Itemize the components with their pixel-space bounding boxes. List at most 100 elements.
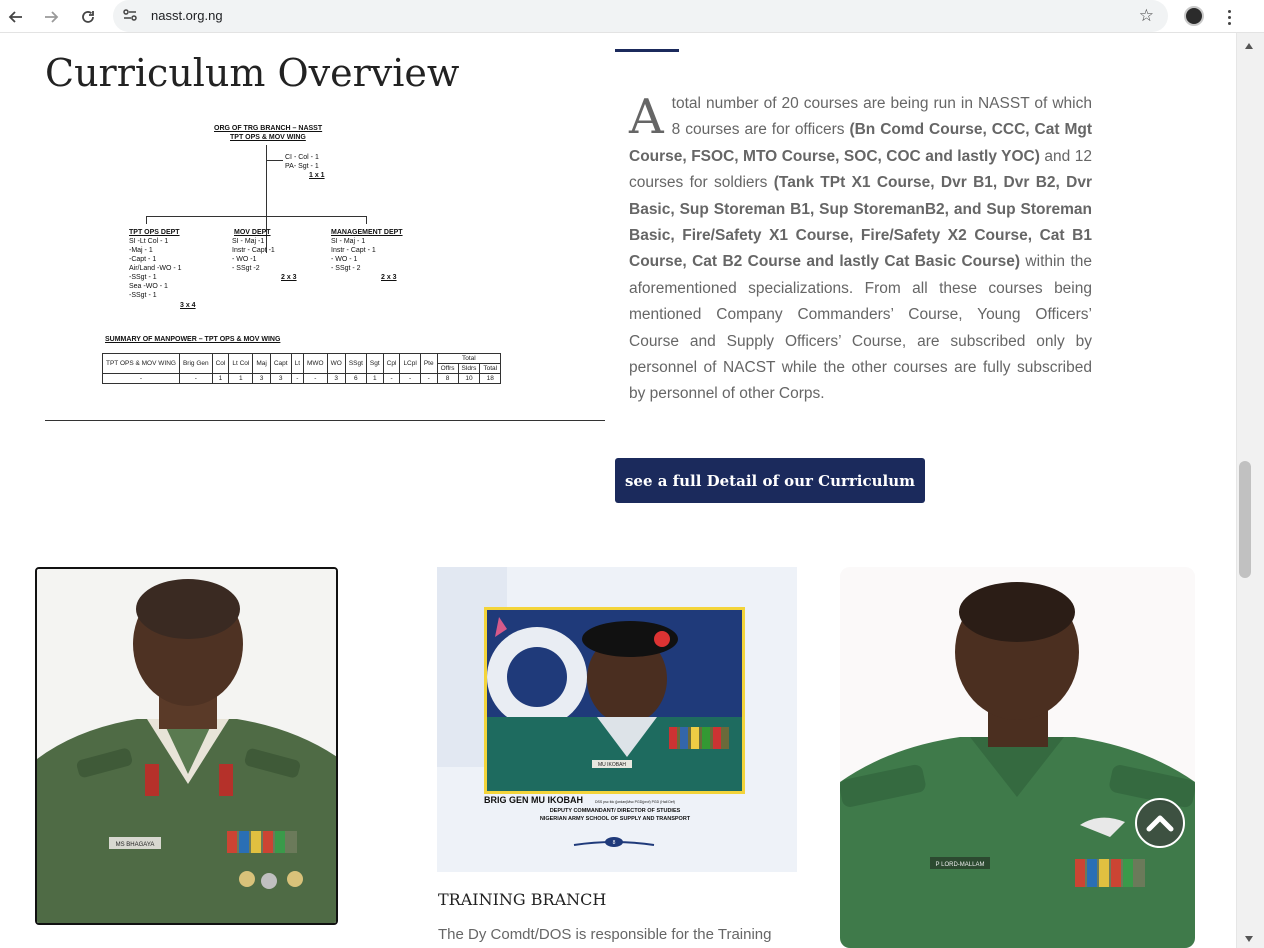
forward-arrow-icon[interactable] [40,6,62,28]
photo2-caption-name: BRIG GEN MU IKOBAH [484,795,583,805]
drop-cap: A [629,89,664,145]
table-cell: - [178,373,213,384]
table-cell: - [102,373,180,384]
chart-divider [45,420,605,421]
table-header: MWO [303,353,328,374]
org-heading-2: TPT OPS & MOV WING [230,134,306,141]
photo2-page-number: 8 [613,840,616,846]
menu-kebab-icon[interactable] [1221,6,1237,28]
mov-line: - SSgt -2 [232,265,260,272]
table-header: Lt Col [228,353,254,374]
scrollbar-thumb[interactable] [1239,461,1251,578]
tpt-ops-line: -SSgt - 1 [129,292,157,299]
browser-toolbar: nasst.org.ng ☆ [0,0,1264,33]
page-content: Curriculum Overview ORG OF TRG BRANCH – … [0,33,1236,948]
table-header: Capt [269,353,292,374]
table-cell: - [399,373,421,384]
table-header: Col [211,353,230,374]
profile-avatar[interactable] [1184,6,1204,26]
tpt-ops-line: -Maj - 1 [129,247,153,254]
chevron-up-icon [1146,815,1174,832]
tpt-ops-title: TPT OPS DEPT [129,229,180,236]
table-cell: - [419,373,438,384]
bookmark-star-icon[interactable]: ☆ [1139,6,1154,26]
table-cell: 3 [252,373,271,384]
table-cell: 8 [436,373,459,384]
tpt-ops-line: -SSgt - 1 [129,274,157,281]
table-header: Sgt [365,353,384,374]
table-header: LCpl [399,353,421,374]
mgt-line: - SSgt - 2 [331,265,361,272]
table-header: Brig Gen [178,353,213,374]
table-subheader: Total [479,363,502,374]
tpt-ops-total: 3 x 4 [180,302,196,309]
table-cell: 6 [344,373,367,384]
reload-icon[interactable] [77,6,99,28]
photo2-caption-school: NIGERIAN ARMY SCHOOL OF SUPPLY AND TRANS… [540,816,691,822]
table-cell: 3 [269,373,292,384]
page-scrollbar[interactable] [1236,33,1264,948]
mov-line: SI - Maj -1 [232,238,265,245]
site-info-icon[interactable] [121,6,143,26]
mgt-line: SI - Maj - 1 [331,238,366,245]
photo1-nametag: MS BHAGAYA [116,842,155,848]
full-curriculum-button[interactable]: see a full Detail of our Curriculum [615,458,925,503]
tpt-ops-line: SI -Lt Col - 1 [129,238,169,245]
table-header: TPT OPS & MOV WING [102,353,180,374]
scroll-to-top-button[interactable] [1135,798,1185,848]
table-header: Lt [290,353,305,374]
officer-photo-2: MU IKOBAH BRIG GEN MU IKOBAH DSS psc fdc… [437,567,797,872]
table-subheader: Sldrs [457,363,481,374]
tpt-ops-line: -Capt - 1 [129,256,157,263]
mov-line: Instr - Capt -1 [232,247,275,254]
table-cell: 1 [211,373,230,384]
back-arrow-icon[interactable] [5,6,27,28]
officer-photo-3: P LORD-MALLAM [840,567,1195,948]
training-branch-title: TRAINING BRANCH [438,890,607,909]
table-cell: 1 [228,373,254,384]
org-chart-image: ORG OF TRG BRANCH – NASST TPT OPS & MOV … [45,113,605,403]
curriculum-paragraph: A total number of 20 courses are being r… [629,91,1092,408]
photo2-caption-suffix: DSS psc fdc (jordan)Msc PGD(prof) PGD (H… [595,800,675,804]
table-cell: 10 [457,373,481,384]
summary-title: SUMMARY OF MANPOWER – TPT OPS & MOV WING [105,336,281,343]
table-cell: - [303,373,328,384]
table-header: Total [436,353,502,364]
photo2-caption-role: DEPUTY COMMANDANT/ DIRECTOR OF STUDIES [550,808,681,814]
address-bar[interactable]: nasst.org.ng ☆ [113,0,1168,32]
table-subheader: Offrs [436,363,459,374]
org-pa: PA- Sgt - 1 [285,163,319,170]
training-branch-text: The Dy Comdt/DOS is responsible for the … [438,926,772,943]
table-cell: - [290,373,305,384]
photo3-nametag: P LORD-MALLAM [936,862,985,868]
mov-line: - WO -1 [232,256,257,263]
org-top-total: 1 x 1 [309,172,325,179]
mgt-line: - WO - 1 [331,256,358,263]
photo2-nametag: MU IKOBAH [598,762,626,768]
tpt-ops-line: Air/Land -WO - 1 [129,265,182,272]
table-header: Maj [252,353,271,374]
paragraph-text: within the aforementioned specialization… [629,253,1092,403]
scroll-up-arrow-icon[interactable] [1245,43,1253,49]
table-header: Pte [419,353,438,374]
url-text[interactable]: nasst.org.ng [151,8,223,23]
org-heading-1: ORG OF TRG BRANCH – NASST [214,125,323,132]
table-header: WO [326,353,346,374]
mgt-total: 2 x 3 [381,274,397,281]
table-cell: 18 [479,373,502,384]
table-header: SSgt [344,353,367,374]
mov-total: 2 x 3 [281,274,297,281]
scroll-down-arrow-icon[interactable] [1245,936,1253,942]
officer-photo-1: MS BHAGAYA [35,567,338,925]
table-cell: 3 [326,373,346,384]
mgt-title: MANAGEMENT DEPT [331,229,403,236]
mov-title: MOV DEPT [234,229,271,236]
table-header: Cpl [382,353,401,374]
tpt-ops-line: Sea -WO - 1 [129,283,168,290]
table-cell: - [382,373,401,384]
table-cell: 1 [365,373,384,384]
org-ci: CI - Col - 1 [285,154,319,161]
manpower-table: TPT OPS & MOV WING Brig Gen Col Lt Col M… [102,353,502,384]
mgt-line: Instr - Capt - 1 [331,247,376,254]
page-title: Curriculum Overview [45,51,460,95]
